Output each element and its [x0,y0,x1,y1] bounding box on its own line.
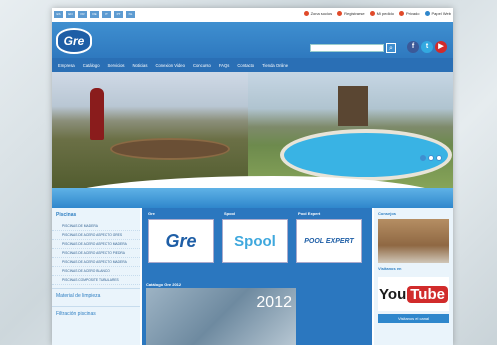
consejos-heading: Consejos [378,211,397,216]
column-heading: Gre [148,211,155,216]
slider-dot[interactable] [420,155,426,161]
youtube-icon[interactable]: ▶ [435,41,447,53]
nav-item-servicios[interactable]: Servicios [104,63,129,68]
language-selector: ES EN FR DE IT PT NL [54,11,135,18]
main-content: Gre Spool Pool Expert Gre Spool POOL EXP… [142,208,372,345]
top-link-socios[interactable]: Zona socios [303,11,333,16]
user-icon [303,11,309,16]
sidebar-item[interactable]: PISCINAS DE ACERO ASPECTO GRES [52,231,140,240]
sidebar: Piscinas PISCINAS DE MADERA PISCINAS DE … [52,208,140,345]
hero-image-left [52,72,248,194]
youtube-tube: Tube [407,285,448,303]
cart-icon [369,11,375,16]
sidebar-item[interactable]: PISCINAS DE ACERO ASPECTO PIEDRA [52,249,140,258]
social-links: f t ▶ [407,41,447,53]
brand-spool[interactable]: Spool [222,219,288,263]
blue-strip [52,188,453,208]
wood-pool-image [110,138,230,160]
website-page: ES EN FR DE IT PT NL Zona socios Registr… [52,8,453,345]
hero-slider[interactable] [52,72,453,194]
sidebar-section-limpieza[interactable]: Material de limpieza [52,288,140,303]
web-icon [424,11,430,16]
nav-item-noticias[interactable]: Noticias [129,63,152,68]
sidebar-item[interactable]: PISCINAS DE MADERA [52,222,140,231]
sidebar-item[interactable]: PISCINAS DE ACERO ASPECTO MADERA [52,258,140,267]
top-link-web[interactable]: Papel Web [424,11,452,16]
slider-dot[interactable] [428,155,434,161]
nav-item-faqs[interactable]: FAQs [215,63,233,68]
nav-item-concurso[interactable]: Concurso [189,63,215,68]
search-icon[interactable]: ⌕ [386,43,396,53]
nav-item-video[interactable]: Conexion Video [151,63,189,68]
twitter-icon[interactable]: t [421,41,433,53]
youtube-heading: Visitanos en [378,266,402,271]
top-link-label: Registrarse [344,11,365,16]
register-icon [337,11,343,16]
top-bar: ES EN FR DE IT PT NL Zona socios Registr… [52,8,453,22]
lang-en[interactable]: EN [66,11,75,18]
consejos-image[interactable] [378,219,449,263]
top-link-label: Papel Web [431,11,452,16]
lang-fr[interactable]: FR [78,11,87,18]
lock-icon [398,11,404,16]
top-links: Zona socios Registrarse Mi pedido Privad… [303,11,452,16]
search-input[interactable] [310,44,384,52]
youtube-channel-link[interactable]: Visitanos el canal [378,314,449,323]
sidebar-item[interactable]: PISCINAS DE ACERO BLANCO [52,267,140,276]
brand-pool-expert[interactable]: POOL EXPERT [296,219,362,263]
column-heading: Pool Expert [298,211,321,216]
lang-it[interactable]: IT [102,11,111,18]
umbrella-image [90,88,104,140]
youtube-logo[interactable]: You Tube [378,277,449,311]
catalog-heading: Catálogo Gre 2012 [146,282,182,287]
lang-pt[interactable]: PT [114,11,123,18]
facebook-icon[interactable]: f [407,41,419,53]
top-link-label: Mi pedido [376,11,394,16]
sidebar-item[interactable]: PISCINAS COMPOSITE TUBULARES [52,276,140,285]
top-link-registrarse[interactable]: Registrarse [337,11,365,16]
brand-gre[interactable]: Gre [148,219,214,263]
lang-es[interactable]: ES [54,11,63,18]
top-link-label: Privado [405,11,420,16]
slider-dots [420,155,442,161]
catalog-year: 2012 [256,294,292,311]
sidebar-item[interactable]: PISCINAS DE ACERO ASPECTO MADERA [52,240,140,249]
top-link-label: Zona socios [310,11,333,16]
sidebar-heading[interactable]: Piscinas [52,208,140,222]
nav-item-catalogo[interactable]: Catálogo [79,63,104,68]
column-heading: Spool [224,211,236,216]
top-link-privado[interactable]: Privado [398,11,420,16]
catalog-image[interactable]: 2012 [146,288,296,345]
lang-nl[interactable]: NL [126,11,135,18]
slider-dot[interactable] [436,155,442,161]
nav-item-tienda[interactable]: Tienda Online [258,63,292,68]
top-link-pedido[interactable]: Mi pedido [369,11,394,16]
main-nav: Empresa Catálogo Servicios Noticias Cone… [52,58,453,72]
nav-item-empresa[interactable]: Empresa [54,63,79,68]
nav-item-contacto[interactable]: Contacto [233,63,258,68]
lang-de[interactable]: DE [90,11,99,18]
youtube-you: You [379,285,407,303]
right-column: Consejos Visitanos en You Tube Visitanos… [374,208,453,345]
gre-logo[interactable]: Gre [56,28,92,54]
sidebar-section-filtracion[interactable]: Filtración piscinas [52,306,140,321]
hut-image [338,86,368,126]
